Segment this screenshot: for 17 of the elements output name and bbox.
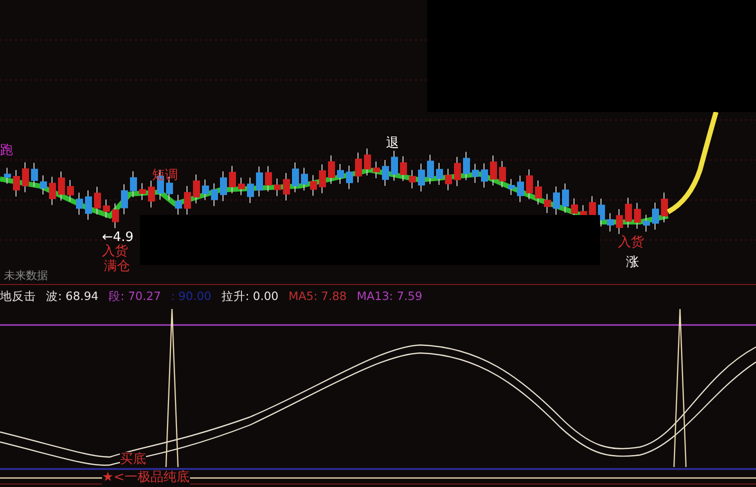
chart-annotation: 退 (386, 136, 399, 151)
indicator-annotation: ★<一极品纯底 (102, 470, 190, 485)
chart-annotation: 涨 (626, 255, 639, 270)
chart-annotation: 满仓 (104, 259, 130, 274)
chart-annotation: 跑 (0, 143, 13, 158)
indicator-title: 地反击 (0, 288, 36, 304)
indicator-value: MA13: 7.59 (356, 289, 422, 303)
indicator-value: MA5: 7.88 (288, 289, 347, 303)
indicator-value: 拉升: 0.00 (221, 288, 278, 304)
indicator-annotation: 买底 (120, 452, 146, 467)
indicator-value: 段: 70.27 (108, 288, 161, 304)
chart-annotation: 入货 (102, 244, 128, 259)
indicator-value: 波: 68.94 (46, 288, 98, 304)
indicator-value: : 90.00 (170, 289, 212, 303)
chart-annotation: 入货 (618, 235, 644, 250)
chart-annotation: ←4.9 (102, 230, 134, 245)
chart-note: 未来数据 (4, 269, 48, 282)
